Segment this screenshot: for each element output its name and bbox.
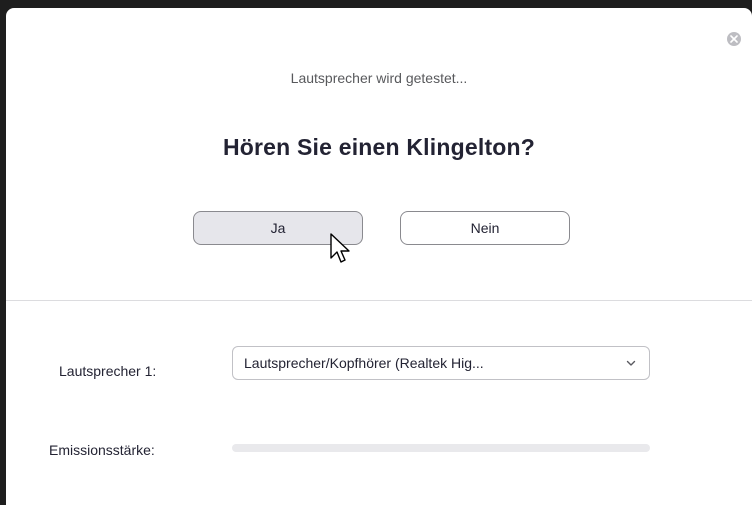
speaker-label: Lautsprecher 1: — [59, 363, 157, 379]
close-button[interactable] — [727, 32, 741, 46]
yes-button[interactable]: Ja — [193, 211, 363, 245]
output-level-meter — [232, 444, 650, 452]
close-icon — [730, 35, 738, 43]
speaker-select[interactable]: Lautsprecher/Kopfhörer (Realtek Hig... — [232, 346, 650, 380]
no-button-label: Nein — [470, 220, 500, 236]
output-level-label: Emissionsstärke: — [49, 442, 155, 458]
speaker-test-dialog: Lautsprecher wird getestet... Hören Sie … — [6, 8, 752, 505]
yes-button-label: Ja — [270, 220, 286, 236]
no-button[interactable]: Nein — [400, 211, 570, 245]
dialog-title: Hören Sie einen Klingelton? — [222, 134, 536, 160]
chevron-down-icon — [626, 360, 636, 366]
window-top-bar — [0, 0, 752, 8]
test-status-text: Lautsprecher wird getestet... — [290, 70, 468, 86]
speaker-select-value: Lautsprecher/Kopfhörer (Realtek Hig... — [244, 355, 484, 371]
section-divider — [6, 300, 752, 301]
